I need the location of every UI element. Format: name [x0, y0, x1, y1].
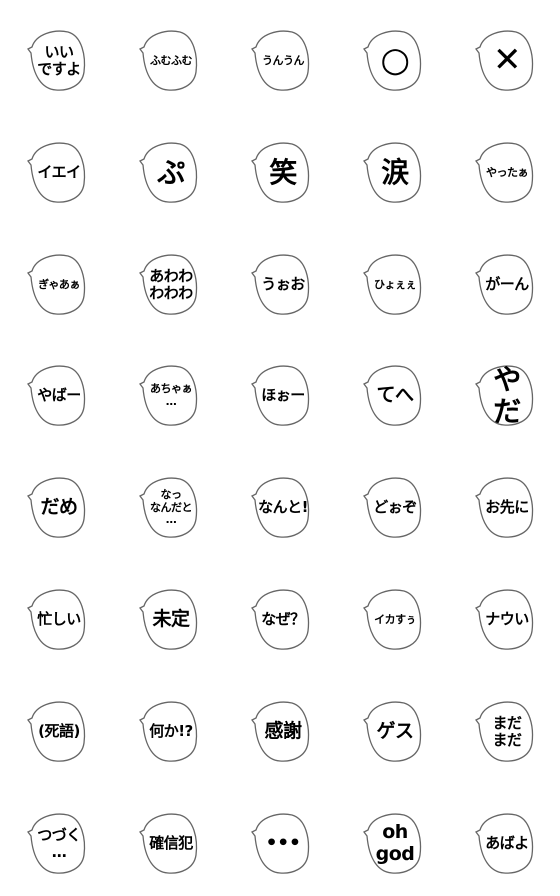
sticker-text: いい ですよ: [37, 42, 81, 78]
sticker-bubble[interactable]: ぎゃあぁ: [24, 252, 88, 316]
sticker-text: 忙しい: [37, 610, 81, 629]
sticker-text: •••: [265, 832, 301, 855]
sticker-text: うんうん: [262, 53, 305, 67]
sticker-bubble[interactable]: あわわ わわわ: [136, 252, 200, 316]
sticker-bubble[interactable]: 確信犯: [136, 811, 200, 875]
sticker-bubble[interactable]: 笑: [248, 140, 312, 204]
sticker-text: イカすぅ: [374, 612, 416, 626]
sticker-bubble[interactable]: だめ: [24, 475, 88, 539]
sticker-bubble[interactable]: がーん: [472, 252, 536, 316]
sticker-bubble[interactable]: ぷ: [136, 140, 200, 204]
sticker-text: 涙: [381, 155, 409, 189]
sticker-bubble[interactable]: 何か!?: [136, 699, 200, 763]
sticker-text: なぜ？: [261, 610, 305, 629]
sticker-bubble[interactable]: やばー: [24, 363, 88, 427]
sticker-text: なっ なんだと …: [150, 488, 193, 527]
sticker-text: まだ まだ: [492, 713, 522, 749]
sticker-text: うぉお: [261, 275, 305, 294]
sticker-text: ナウい: [485, 610, 529, 629]
sticker-bubble[interactable]: いい ですよ: [24, 28, 88, 92]
sticker-bubble[interactable]: やだ: [472, 362, 536, 428]
sticker-bubble[interactable]: ほぉー: [248, 363, 312, 427]
sticker-text: つづく …: [37, 825, 81, 861]
sticker-text: 何か!?: [149, 722, 193, 741]
sticker-text: イエイ: [37, 163, 81, 182]
sticker-bubble[interactable]: あばよ: [472, 811, 536, 875]
sticker-text: ひょぇぇ: [374, 277, 417, 291]
sticker-bubble[interactable]: お先に: [472, 475, 536, 539]
sticker-bubble[interactable]: うんうん: [248, 28, 312, 92]
sticker-bubble[interactable]: ふむふむ: [136, 28, 200, 92]
sticker-bubble[interactable]: ✕: [472, 28, 536, 92]
sticker-text: (死語): [38, 722, 80, 741]
sticker-text: 笑: [269, 155, 297, 189]
sticker-text: あちゃぁ …: [150, 382, 193, 408]
sticker-bubble[interactable]: •••: [248, 811, 312, 875]
sticker-bubble[interactable]: うぉお: [248, 252, 312, 316]
sticker-text: ○: [380, 40, 410, 81]
sticker-bubble[interactable]: なんと!: [248, 475, 312, 539]
sticker-text: ふむふむ: [150, 53, 193, 67]
sticker-bubble[interactable]: なっ なんだと …: [136, 475, 200, 539]
sticker-text: どぉぞ: [373, 498, 417, 517]
sticker-bubble[interactable]: イカすぅ: [360, 587, 424, 651]
sticker-text: 感謝: [264, 720, 302, 743]
sticker-bubble[interactable]: なぜ？: [248, 587, 312, 651]
sticker-bubble[interactable]: 感謝: [248, 699, 312, 763]
sticker-text: ぎゃあぁ: [38, 277, 80, 291]
sticker-bubble[interactable]: イエイ: [24, 140, 88, 204]
sticker-text: やったぁ: [486, 165, 529, 179]
sticker-text: 確信犯: [149, 834, 193, 853]
sticker-text: がーん: [485, 275, 529, 294]
sticker-text: てへ: [376, 384, 414, 407]
sticker-bubble[interactable]: ナウい: [472, 587, 536, 651]
sticker-bubble[interactable]: てへ: [360, 363, 424, 427]
sticker-bubble[interactable]: oh god: [360, 811, 424, 875]
sticker-text: やばー: [37, 386, 81, 405]
sticker-bubble[interactable]: まだ まだ: [472, 699, 536, 763]
sticker-text: あばよ: [485, 834, 529, 853]
sticker-text: あわわ わわわ: [149, 266, 193, 302]
sticker-bubble[interactable]: ○: [360, 28, 424, 92]
sticker-text: なんと!: [258, 498, 308, 517]
sticker-bubble[interactable]: やったぁ: [472, 140, 536, 204]
sticker-text: お先に: [485, 498, 529, 517]
sticker-bubble[interactable]: (死語): [24, 699, 88, 763]
sticker-bubble[interactable]: 未定: [136, 587, 200, 651]
sticker-bubble[interactable]: 涙: [360, 140, 424, 204]
sticker-text: やだ: [493, 362, 521, 428]
sticker-text: ゲス: [376, 720, 414, 743]
sticker-bubble[interactable]: どぉぞ: [360, 475, 424, 539]
sticker-text: oh god: [375, 821, 415, 865]
sticker-grid: いい ですよ ふむふむ うんうん ○ ✕ イエイ ぷ 笑 涙 やったぁぎゃあぁ あわわ わわわ うぉお…: [0, 0, 560, 896]
sticker-text: ほぉー: [261, 386, 305, 405]
sticker-bubble[interactable]: つづく …: [24, 811, 88, 875]
sticker-text: ✕: [493, 40, 522, 81]
sticker-bubble[interactable]: あちゃぁ …: [136, 363, 200, 427]
sticker-text: だめ: [40, 496, 78, 519]
sticker-bubble[interactable]: ひょぇぇ: [360, 252, 424, 316]
sticker-bubble[interactable]: 忙しい: [24, 587, 88, 651]
sticker-text: ぷ: [157, 155, 185, 189]
sticker-text: 未定: [152, 608, 190, 631]
sticker-bubble[interactable]: ゲス: [360, 699, 424, 763]
